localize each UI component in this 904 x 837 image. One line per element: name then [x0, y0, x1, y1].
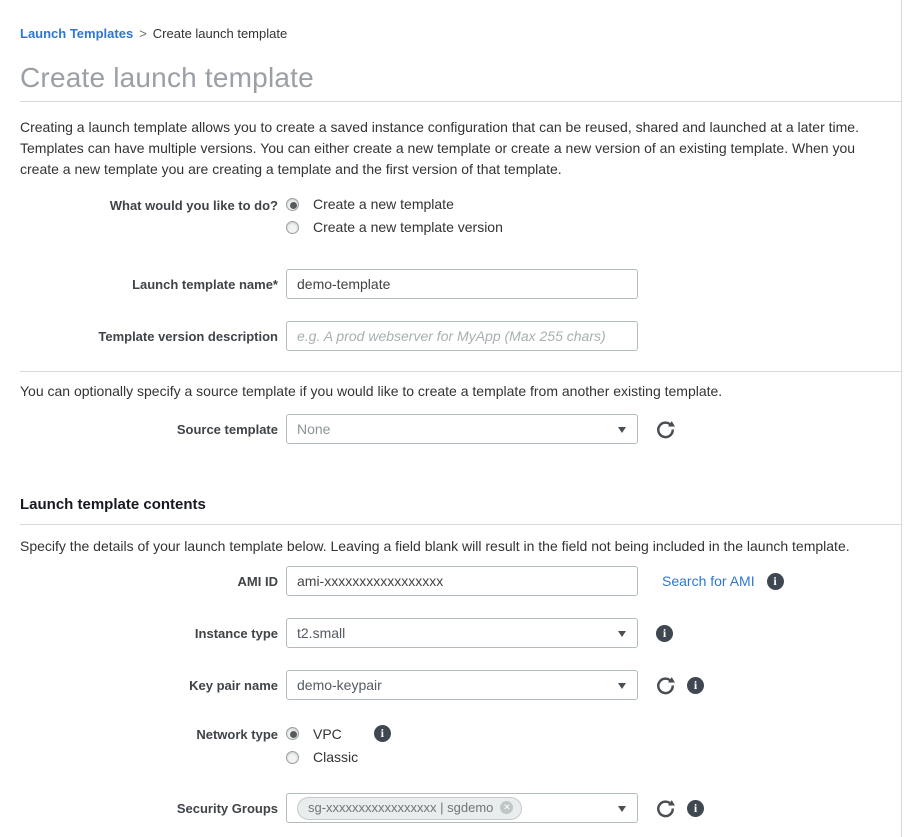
- page-title: Create launch template: [20, 62, 901, 94]
- refresh-icon[interactable]: [656, 420, 675, 439]
- network-type-row: Network type VPC i Classic: [20, 725, 901, 772]
- create-launch-template-page: Launch Templates>Create launch template …: [0, 0, 902, 837]
- contents-section-text: Specify the details of your launch templ…: [20, 538, 901, 554]
- chevron-down-icon: [618, 427, 626, 433]
- info-icon[interactable]: i: [767, 573, 784, 590]
- radio-label: Create a new template version: [313, 219, 503, 235]
- breadcrumb-link-launch-templates[interactable]: Launch Templates: [20, 26, 133, 41]
- source-template-text: You can optionally specify a source temp…: [20, 383, 901, 399]
- chevron-down-icon: [618, 806, 626, 812]
- ami-id-input[interactable]: [286, 566, 638, 596]
- remove-token-icon[interactable]: ✕: [500, 801, 513, 814]
- chevron-down-icon: [618, 683, 626, 689]
- template-version-description-input[interactable]: [286, 321, 638, 351]
- info-icon[interactable]: i: [656, 625, 673, 642]
- security-groups-row: Security Groups sg-xxxxxxxxxxxxxxxxx | s…: [20, 793, 901, 823]
- radio-label: Classic: [313, 749, 358, 765]
- launch-template-name-input[interactable]: [286, 269, 638, 299]
- security-group-token-label: sg-xxxxxxxxxxxxxxxxx | sgdemo: [308, 800, 493, 816]
- instance-type-row: Instance type t2.small i: [20, 618, 901, 648]
- radio-create-new-template[interactable]: [286, 198, 299, 211]
- what-label: What would you like to do?: [20, 198, 278, 213]
- title-divider: [20, 101, 901, 102]
- radio-label: VPC: [313, 726, 342, 742]
- ami-id-label: AMI ID: [20, 574, 278, 589]
- radio-create-new-template-version[interactable]: [286, 221, 299, 234]
- info-icon[interactable]: i: [687, 800, 704, 817]
- option-classic[interactable]: Classic: [286, 749, 638, 765]
- network-type-label: Network type: [20, 727, 278, 742]
- security-groups-label: Security Groups: [20, 801, 278, 816]
- heading-divider: [20, 524, 901, 525]
- option-create-new-template-version[interactable]: Create a new template version: [286, 219, 638, 235]
- launch-template-contents-heading: Launch template contents: [20, 496, 901, 513]
- what-row: What would you like to do? Create a new …: [20, 196, 901, 242]
- breadcrumb: Launch Templates > Create launch template: [20, 26, 901, 41]
- refresh-icon[interactable]: [656, 676, 675, 695]
- template-version-description-row: Template version description: [20, 321, 901, 351]
- section-divider: [20, 371, 901, 372]
- radio-vpc[interactable]: [286, 727, 299, 740]
- ami-id-row: AMI ID Search for AMI i: [20, 566, 901, 596]
- security-groups-select[interactable]: sg-xxxxxxxxxxxxxxxxx | sgdemo ✕: [286, 793, 638, 823]
- key-pair-select[interactable]: demo-keypair: [286, 670, 638, 700]
- info-icon[interactable]: i: [687, 677, 704, 694]
- option-vpc[interactable]: VPC i: [286, 725, 638, 742]
- template-version-description-label: Template version description: [20, 329, 278, 344]
- network-type-options: VPC i Classic: [286, 725, 638, 772]
- source-template-label: Source template: [20, 422, 278, 437]
- key-pair-value: demo-keypair: [297, 677, 382, 693]
- source-template-value: None: [297, 421, 330, 437]
- info-icon[interactable]: i: [374, 725, 391, 742]
- key-pair-name-row: Key pair name demo-keypair i: [20, 670, 901, 700]
- instance-type-select[interactable]: t2.small: [286, 618, 638, 648]
- instance-type-value: t2.small: [297, 625, 345, 641]
- source-template-row: Source template None: [20, 414, 901, 444]
- chevron-down-icon: [618, 631, 626, 637]
- breadcrumb-separator: >: [139, 26, 147, 41]
- option-create-new-template[interactable]: Create a new template: [286, 196, 638, 212]
- security-group-token[interactable]: sg-xxxxxxxxxxxxxxxxx | sgdemo ✕: [297, 797, 522, 820]
- radio-label: Create a new template: [313, 196, 454, 212]
- key-pair-name-label: Key pair name: [20, 678, 278, 693]
- launch-template-name-label: Launch template name*: [20, 277, 278, 292]
- search-for-ami-link[interactable]: Search for AMI: [662, 573, 755, 589]
- launch-template-name-row: Launch template name*: [20, 269, 901, 299]
- source-template-select[interactable]: None: [286, 414, 638, 444]
- refresh-icon[interactable]: [656, 799, 675, 818]
- intro-text: Creating a launch template allows you to…: [20, 117, 901, 180]
- radio-classic[interactable]: [286, 751, 299, 764]
- breadcrumb-current: Create launch template: [153, 26, 287, 41]
- instance-type-label: Instance type: [20, 626, 278, 641]
- what-options: Create a new template Create a new templ…: [286, 196, 638, 242]
